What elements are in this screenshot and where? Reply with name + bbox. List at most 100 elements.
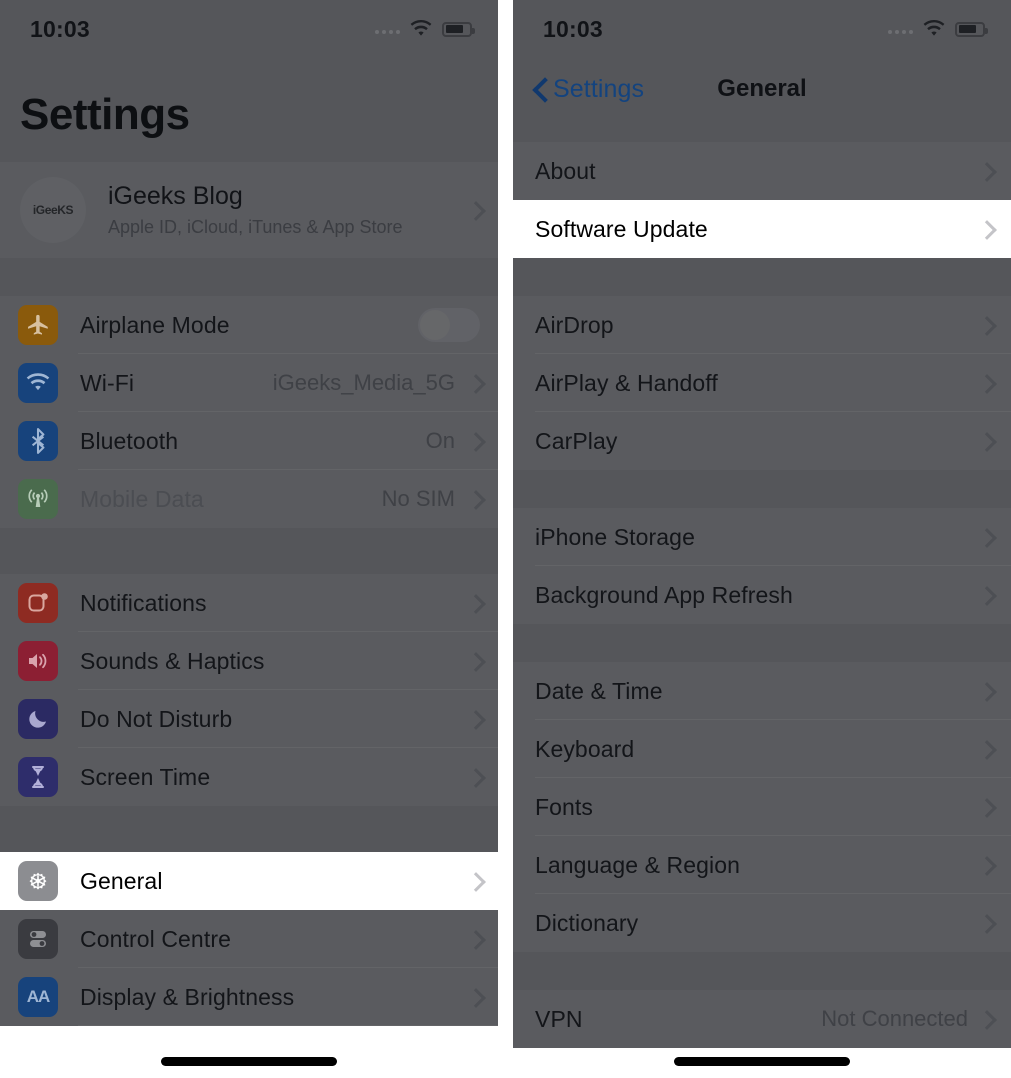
chevron-right-icon — [980, 374, 991, 393]
chevron-left-icon — [533, 77, 547, 101]
list-item-label: Software Update — [535, 215, 708, 242]
list-item-vpn[interactable]: VPN Not Connected — [513, 990, 1011, 1048]
list-item-language-region[interactable]: Language & Region — [513, 836, 1011, 894]
sidebar-item-screen-time[interactable]: Screen Time — [0, 748, 498, 806]
sidebar-item-wifi[interactable]: Wi-Fi iGeeks_Media_5G — [0, 354, 498, 412]
navigation-bar: Settings General — [513, 58, 1011, 120]
account-name: iGeeks Blog — [108, 182, 243, 210]
home-indicator[interactable] — [674, 1057, 850, 1066]
general-section-1: About Software Update — [513, 142, 1011, 258]
account-group: iGeeKS iGeeks Blog Apple ID, iCloud, iTu… — [0, 162, 498, 258]
sidebar-item-label: Mobile Data — [80, 485, 204, 512]
sidebar-item-label: Airplane Mode — [80, 311, 230, 338]
list-item-background-app-refresh[interactable]: Background App Refresh — [513, 566, 1011, 624]
sidebar-item-notifications[interactable]: Notifications — [0, 574, 498, 632]
chevron-right-icon — [469, 594, 480, 613]
chevron-right-icon — [469, 872, 480, 891]
sidebar-item-bluetooth[interactable]: Bluetooth On — [0, 412, 498, 470]
mobile-data-state-value: No SIM — [381, 486, 455, 511]
status-time: 10:03 — [30, 15, 90, 42]
section-gap — [513, 470, 1011, 508]
sidebar-item-do-not-disturb[interactable]: Do Not Disturb — [0, 690, 498, 748]
general-section-3: iPhone Storage Background App Refresh — [513, 508, 1011, 624]
sidebar-item-label: Notifications — [80, 589, 207, 616]
list-item-software-update[interactable]: Software Update — [513, 200, 1011, 258]
avatar: iGeeKS — [20, 177, 86, 243]
list-item-dictionary[interactable]: Dictionary — [513, 894, 1011, 952]
list-item-carplay[interactable]: CarPlay — [513, 412, 1011, 470]
chevron-right-icon — [469, 490, 480, 509]
battery-icon — [442, 21, 475, 37]
chevron-right-icon — [469, 652, 480, 671]
wifi-icon — [18, 363, 58, 403]
home-indicator[interactable] — [161, 1057, 337, 1066]
signal-dots-icon — [888, 24, 913, 34]
status-icons — [888, 20, 988, 38]
signal-dots-icon — [375, 24, 400, 34]
list-item-date-time[interactable]: Date & Time — [513, 662, 1011, 720]
list-item-iphone-storage[interactable]: iPhone Storage — [513, 508, 1011, 566]
sidebar-item-label: Display & Brightness — [80, 983, 295, 1010]
right-phone-screen: 10:03 Settings General About Software Up… — [513, 0, 1011, 1078]
vpn-status-value: Not Connected — [821, 1006, 968, 1031]
notifications-icon — [18, 583, 58, 623]
section-gap — [513, 952, 1011, 990]
chevron-right-icon — [980, 528, 991, 547]
list-item-airdrop[interactable]: AirDrop — [513, 296, 1011, 354]
wifi-icon — [923, 20, 945, 36]
chevron-right-icon — [980, 914, 991, 933]
sidebar-item-general[interactable]: General — [0, 852, 498, 910]
chevron-right-icon — [469, 988, 480, 1007]
airplane-mode-toggle[interactable] — [418, 308, 480, 342]
list-item-label: CarPlay — [535, 427, 618, 454]
list-item-label: iPhone Storage — [535, 523, 695, 550]
general-section-2: AirDrop AirPlay & Handoff CarPlay — [513, 296, 1011, 470]
sidebar-item-label: Do Not Disturb — [80, 705, 233, 732]
chevron-right-icon — [469, 432, 480, 451]
do-not-disturb-icon — [18, 699, 58, 739]
general-section-4: Date & Time Keyboard Fonts Language & Re… — [513, 662, 1011, 952]
left-phone-screen: 10:03 Settings iGeeKS iGeeks Blog Apple … — [0, 0, 498, 1078]
section-gap — [0, 806, 498, 852]
sidebar-item-airplane-mode[interactable]: Airplane Mode — [0, 296, 498, 354]
back-button[interactable]: Settings — [533, 75, 644, 104]
screenshot-root: 10:03 Settings iGeeKS iGeeks Blog Apple … — [0, 0, 1011, 1078]
sidebar-item-control-centre[interactable]: Control Centre — [0, 910, 498, 968]
list-item-airplay-handoff[interactable]: AirPlay & Handoff — [513, 354, 1011, 412]
list-item-label: Background App Refresh — [535, 581, 793, 608]
chevron-right-icon — [980, 586, 991, 605]
general-section-5: VPN Not Connected — [513, 990, 1011, 1048]
section-gap — [0, 258, 498, 296]
sidebar-item-sounds-haptics[interactable]: Sounds & Haptics — [0, 632, 498, 690]
account-row[interactable]: iGeeKS iGeeks Blog Apple ID, iCloud, iTu… — [0, 162, 498, 258]
list-item-label: About — [535, 157, 596, 184]
list-item-about[interactable]: About — [513, 142, 1011, 200]
chevron-right-icon — [980, 220, 991, 239]
list-item-label: Date & Time — [535, 677, 663, 704]
section-gap — [513, 120, 1011, 142]
general-group: General Control Centre AA Display & Brig… — [0, 852, 498, 1026]
page-title: Settings — [20, 90, 190, 139]
avatar-initials: iGeeKS — [32, 203, 74, 217]
chevron-right-icon — [980, 740, 991, 759]
notifications-group: Notifications Sounds & Haptics Do Not Di… — [0, 574, 498, 806]
list-item-label: Language & Region — [535, 851, 741, 878]
sidebar-item-display-brightness[interactable]: AA Display & Brightness — [0, 968, 498, 1026]
control-centre-icon — [18, 919, 58, 959]
chevron-right-icon — [980, 798, 991, 817]
screen-time-icon — [18, 757, 58, 797]
list-item-label: Dictionary — [535, 909, 639, 936]
sidebar-item-mobile-data[interactable]: Mobile Data No SIM — [0, 470, 498, 528]
sidebar-item-label: Bluetooth — [80, 427, 179, 454]
bluetooth-state-value: On — [425, 428, 455, 453]
list-item-label: VPN — [535, 1005, 583, 1032]
general-gear-icon — [18, 861, 58, 901]
chevron-right-icon — [469, 768, 480, 787]
left-status-bar: 10:03 — [0, 0, 498, 58]
list-item-fonts[interactable]: Fonts — [513, 778, 1011, 836]
section-gap — [513, 624, 1011, 662]
list-item-keyboard[interactable]: Keyboard — [513, 720, 1011, 778]
chevron-right-icon — [980, 1010, 991, 1029]
chevron-right-icon — [980, 162, 991, 181]
sounds-icon — [18, 641, 58, 681]
